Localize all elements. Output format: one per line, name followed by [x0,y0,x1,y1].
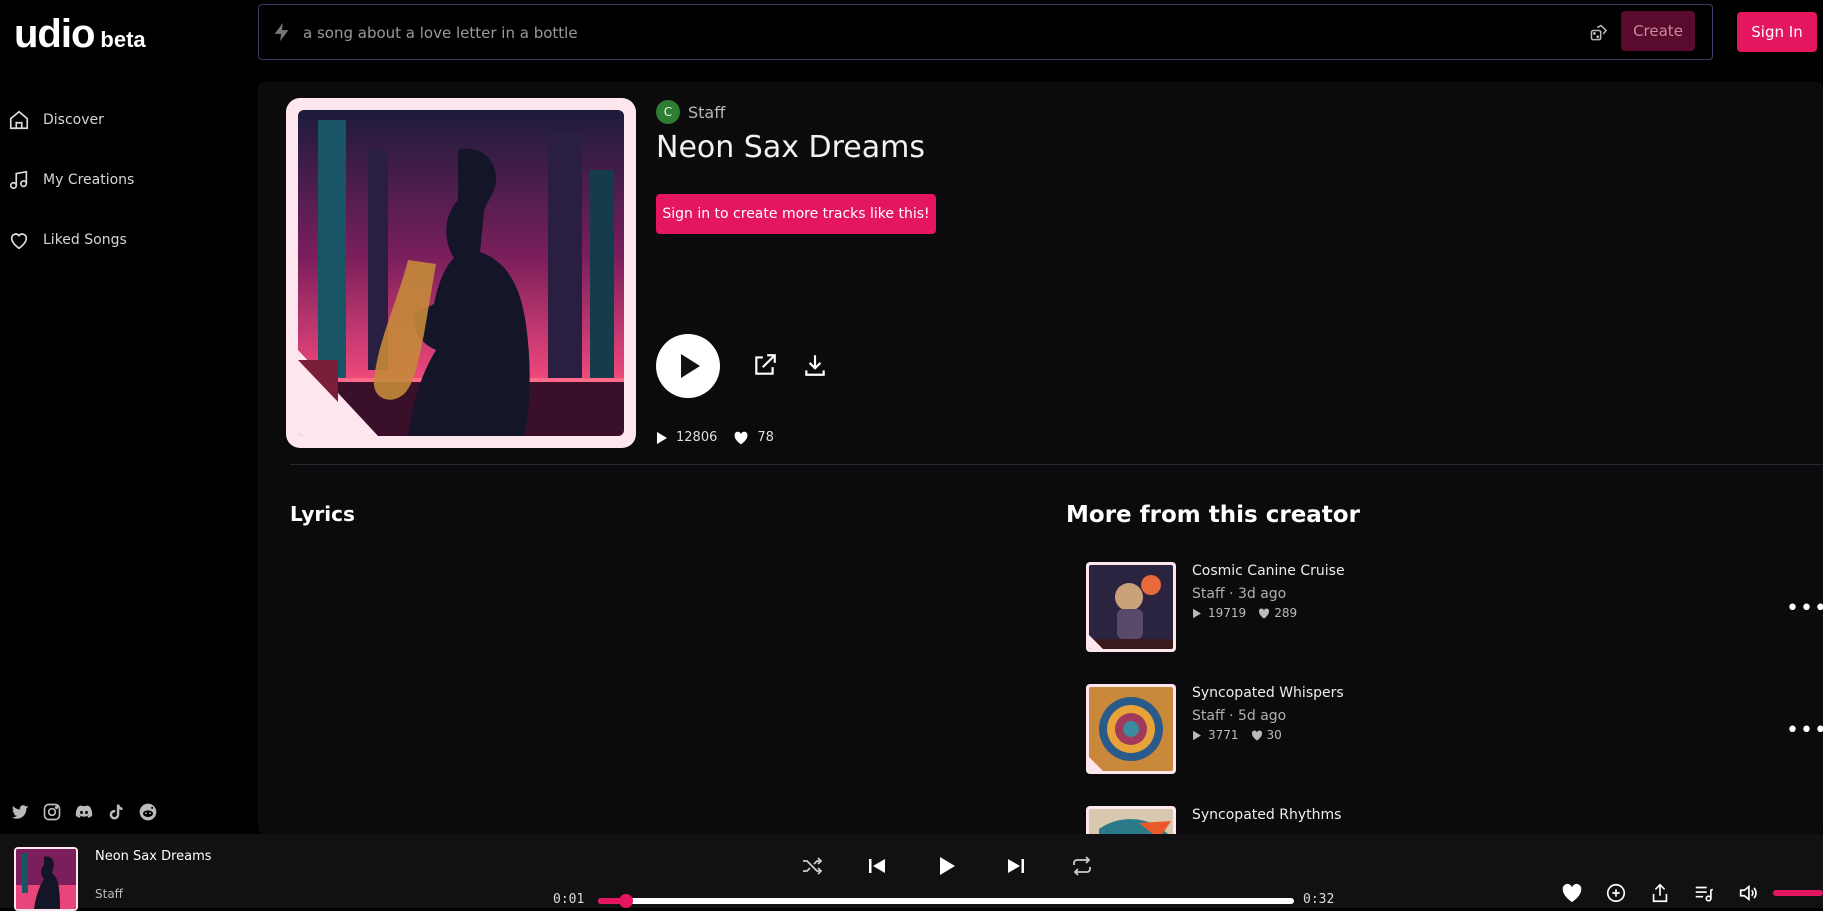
track-stats: 19719 289 [1192,606,1297,620]
more-options-icon[interactable]: ••• [1786,596,1823,621]
tiktok-icon[interactable] [106,802,126,822]
like-count: 289 [1274,606,1298,620]
twitter-icon[interactable] [10,802,30,822]
track-thumbnail[interactable] [1086,684,1176,774]
track-title[interactable]: Syncopated Whispers [1192,685,1344,701]
track-stats: 3771 30 [1192,728,1282,742]
lyrics-heading: Lyrics [290,502,355,526]
sign-in-button[interactable]: Sign In [1737,12,1817,52]
track-thumbnail[interactable] [1086,806,1176,834]
logo-beta-badge: beta [100,27,146,52]
duration: 0:32 [1303,892,1335,907]
track-age: 5d ago [1237,708,1287,724]
track-age: 3d ago [1237,586,1287,602]
play-count-icon [1193,730,1201,740]
play-count-icon [1193,608,1201,618]
track-title[interactable]: Syncopated Rhythms [1192,807,1341,823]
player-track-artist[interactable]: Staff [95,887,123,901]
avatar: C [656,100,680,124]
player-bar: Neon Sax Dreams Staff 0:01 0:32 [0,834,1823,911]
download-icon[interactable] [802,352,828,378]
reddit-icon[interactable] [138,802,158,822]
sidebar-item-label: Discover [43,112,104,128]
social-links [10,802,158,822]
like-count-icon [1251,730,1262,740]
share-icon[interactable] [1649,882,1671,904]
more-from-creator-heading: More from this creator [1066,502,1360,528]
next-icon[interactable] [1004,854,1028,878]
volume-slider[interactable] [1773,890,1823,896]
track-stats: 12806 78 [656,430,774,445]
add-icon[interactable] [1605,882,1627,904]
creator-name: Staff [688,102,726,122]
sidebar-nav: Discover My Creations Liked Songs [0,90,258,270]
discord-icon[interactable] [74,802,94,822]
track-thumbnail[interactable] [1086,562,1176,652]
play-count: 19719 [1208,606,1247,620]
heart-icon[interactable] [1561,882,1583,904]
home-icon [9,110,29,130]
sidebar-item-label: Liked Songs [43,232,127,248]
sign-in-cta-button[interactable]: Sign in to create more tracks like this! [656,194,936,234]
list-item[interactable]: Syncopated Rhythms [1086,806,1806,834]
track-creator[interactable]: C Staff [656,100,725,124]
track-meta: Staff · 3d ago [1192,586,1286,602]
previous-icon[interactable] [865,854,889,878]
player-track-title[interactable]: Neon Sax Dreams [95,849,212,864]
dice-icon[interactable] [1589,23,1609,43]
logo-wordmark: udio [14,12,95,56]
play-count: 12806 [676,430,718,445]
sidebar: udio beta Discover My Creations Liked So… [0,0,258,834]
prompt-input[interactable] [303,19,1403,47]
more-options-icon[interactable]: ••• [1786,718,1823,743]
track-artist[interactable]: Staff [1192,586,1225,602]
like-count-icon [1259,608,1270,618]
like-count: 78 [757,430,774,445]
queue-icon[interactable] [1693,882,1715,904]
track-page: C Staff Neon Sax Dreams Sign in to creat… [258,82,1823,834]
track-meta: Staff · 5d ago [1192,708,1286,724]
play-icon[interactable] [934,854,958,878]
heart-icon [10,233,28,250]
progress-handle[interactable] [618,894,633,908]
play-count: 3771 [1208,728,1239,742]
list-item[interactable]: Cosmic Canine Cruise Staff · 3d ago 1971… [1086,562,1823,654]
prompt-bar: Create [258,4,1713,60]
sidebar-item-label: My Creations [43,172,135,188]
sidebar-item-my-creations[interactable]: My Creations [0,150,258,210]
sidebar-item-liked-songs[interactable]: Liked Songs [0,210,258,270]
lightning-icon [274,22,289,42]
like-count: 30 [1266,728,1282,742]
current-time: 0:01 [553,892,585,907]
list-item[interactable]: Syncopated Whispers Staff · 5d ago 3771 … [1086,684,1823,776]
external-link-icon[interactable] [752,352,778,378]
track-artist[interactable]: Staff [1192,708,1225,724]
meta-separator: · [1229,586,1238,602]
player-thumbnail[interactable] [14,847,78,911]
music-note-icon [9,170,28,190]
play-count-icon [657,431,667,444]
instagram-icon[interactable] [42,802,62,822]
cover-art-frame [286,98,636,448]
volume-icon[interactable] [1737,882,1759,904]
meta-separator: · [1229,708,1238,724]
sidebar-item-discover[interactable]: Discover [0,90,258,150]
like-count-icon [734,431,748,444]
play-icon [681,354,700,378]
shuffle-icon[interactable] [800,854,824,878]
page-title: Neon Sax Dreams [656,130,925,165]
create-button[interactable]: Create [1621,11,1695,51]
divider [290,464,1823,465]
repeat-icon[interactable] [1070,854,1094,878]
play-button[interactable] [656,334,720,398]
progress-bar[interactable] [598,894,1294,908]
logo[interactable]: udio beta [14,12,146,57]
track-title[interactable]: Cosmic Canine Cruise [1192,563,1345,579]
cover-art [298,110,624,436]
